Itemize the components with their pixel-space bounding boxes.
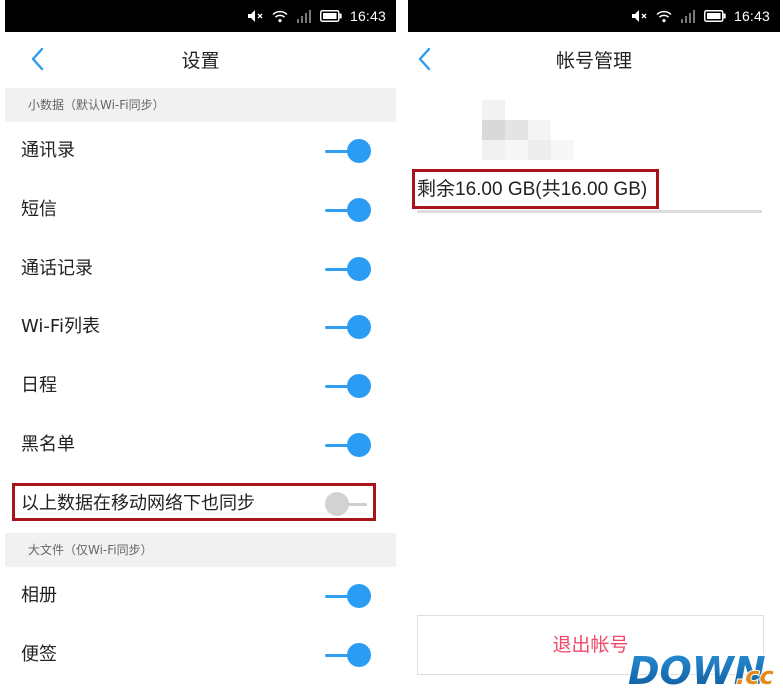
toggle-switch-wifi-list[interactable] — [325, 315, 371, 339]
sync-row-label: 通讯录 — [21, 140, 75, 161]
account-nav-bar: 帐号管理 — [408, 32, 780, 86]
highlight-box-storage — [412, 169, 659, 209]
wifi-icon — [656, 10, 672, 22]
storage-progress-bar — [417, 210, 762, 213]
sync-row-blacklist: 黑名单 — [5, 416, 396, 474]
status-bar: 16:43 — [5, 0, 396, 32]
page-title: 帐号管理 — [555, 50, 632, 72]
sync-row-contacts: 通讯录 — [5, 122, 396, 180]
toggle-switch-calendar[interactable] — [325, 374, 371, 398]
sync-row-album: 相册 — [5, 567, 396, 625]
sync-row-label: 短信 — [21, 199, 57, 220]
mute-icon — [631, 10, 647, 22]
status-time: 16:43 — [733, 8, 770, 24]
toggle-switch-call-log[interactable] — [325, 257, 371, 281]
sync-row-call-log: 通话记录 — [5, 240, 396, 298]
svg-text:.cc: .cc — [736, 662, 774, 690]
wifi-icon — [272, 10, 288, 22]
sync-row-notes: 便签 — [5, 626, 396, 684]
battery-icon — [320, 10, 342, 22]
section-header-large-files: 大文件（仅Wi-Fi同步） — [5, 533, 396, 567]
toggle-switch-blacklist[interactable] — [325, 433, 371, 457]
account-screen: 16:43 帐号管理 剩余16.00 GB(共16.00 GB) 退出帐号 — [408, 0, 780, 696]
section-header-small-data: 小数据（默认Wi-Fi同步） — [5, 88, 396, 122]
status-bar: 16:43 — [408, 0, 780, 32]
settings-nav-bar: 设置 — [5, 32, 396, 86]
settings-screen: 16:43 设置 小数据（默认Wi-Fi同步） 通讯录 短信 通话记录 Wi-F… — [5, 0, 396, 696]
sync-row-label: Wi-Fi列表 — [21, 316, 100, 337]
toggle-switch-notes[interactable] — [325, 643, 371, 667]
sync-row-sms: 短信 — [5, 181, 396, 239]
signal-icon — [680, 9, 695, 23]
highlight-box-mobile-sync — [12, 483, 376, 521]
page-title: 设置 — [181, 50, 220, 72]
watermark-logo: DOWN .cc — [627, 648, 775, 692]
signal-icon — [296, 9, 311, 23]
sync-row-wifi-list: Wi-Fi列表 — [5, 298, 396, 356]
toggle-switch-sms[interactable] — [325, 198, 371, 222]
sync-row-label: 通话记录 — [21, 258, 93, 279]
sync-row-label: 日程 — [21, 375, 57, 396]
sync-row-calendar: 日程 — [5, 357, 396, 415]
status-time: 16:43 — [349, 8, 386, 24]
toggle-switch-album[interactable] — [325, 584, 371, 608]
battery-icon — [704, 10, 726, 22]
sync-row-label: 黑名单 — [21, 434, 75, 455]
mute-icon — [247, 10, 263, 22]
sync-row-label: 便签 — [21, 644, 57, 665]
avatar-pixelated — [482, 100, 574, 160]
toggle-switch-contacts[interactable] — [325, 139, 371, 163]
sync-row-label: 相册 — [21, 585, 57, 606]
